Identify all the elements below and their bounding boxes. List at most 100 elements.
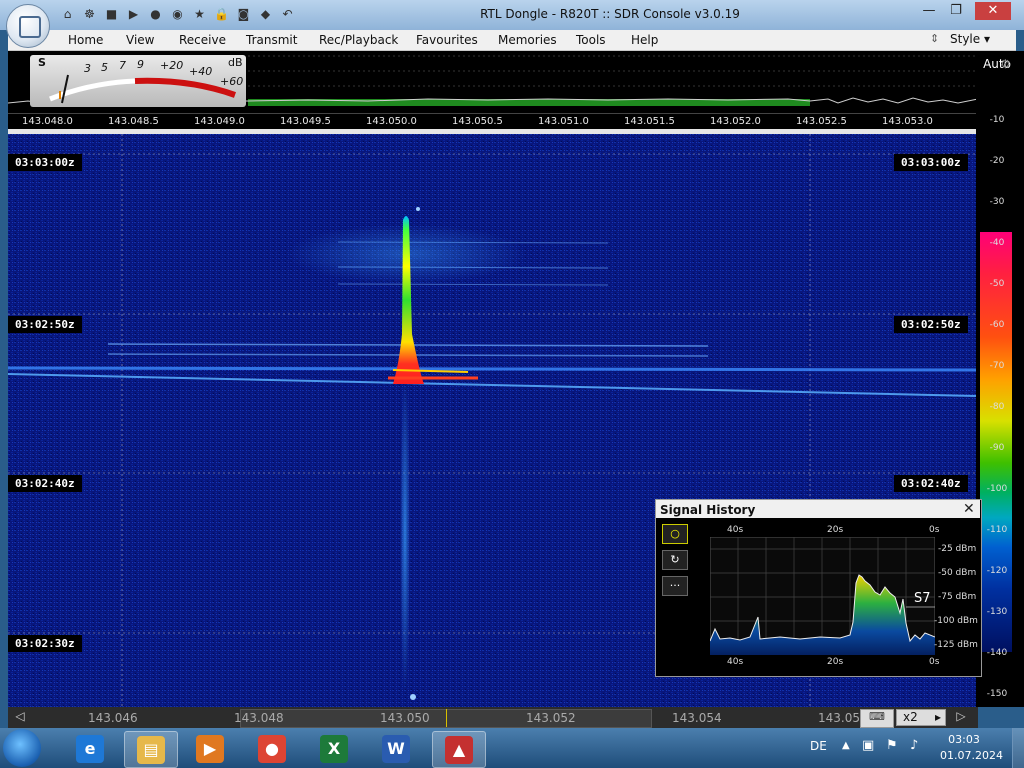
freq-label: 143.053.0: [882, 116, 933, 127]
history-time-label: 20s: [827, 657, 844, 667]
chrome-icon: ●: [258, 735, 286, 763]
more-button[interactable]: ···: [662, 576, 688, 596]
time-label-left: 03:02:50z: [8, 316, 82, 333]
style-menu[interactable]: Style ▾: [950, 32, 990, 46]
bottom-freq-label: 143.052: [526, 711, 576, 725]
db-label: -90: [989, 443, 1005, 453]
lock-icon[interactable]: 🔒: [214, 7, 229, 22]
device-icon[interactable]: ▣: [862, 738, 874, 753]
menu-rec-playback[interactable]: Rec/Playback: [319, 33, 398, 47]
freq-label: 143.051.5: [624, 116, 675, 127]
clock-date: 01.07.2024: [940, 749, 1003, 762]
zoom-value: x2: [903, 710, 918, 724]
scroll-right-button[interactable]: ▷: [950, 709, 972, 727]
history-time-label: 0s: [929, 657, 940, 667]
bottom-freq-label: 143.050: [380, 711, 430, 725]
chevron-up-icon[interactable]: ▲: [842, 740, 850, 751]
time-label-right: 03:03:00z: [894, 154, 968, 171]
menu-receive[interactable]: Receive: [179, 33, 226, 47]
record-button[interactable]: ○: [662, 524, 688, 544]
s-tick-7: 7: [119, 59, 126, 72]
chevron-down-icon: ▾: [983, 32, 990, 46]
menu-home[interactable]: Home: [68, 33, 103, 47]
scroll-left-button[interactable]: ◁: [10, 709, 30, 727]
style-label: Style: [950, 32, 981, 46]
internet-explorer-icon: e: [76, 735, 104, 763]
bottom-freq-label: 143.054: [672, 711, 722, 725]
tuned-marker: [446, 709, 447, 727]
clock[interactable]: 03:03 01.07.2024: [940, 733, 1003, 762]
time-label-left: 03:02:40z: [8, 475, 82, 492]
star-icon[interactable]: ★: [192, 7, 207, 22]
time-label-right: 03:02:40z: [894, 475, 968, 492]
freq-label: 143.050.5: [452, 116, 503, 127]
home-icon[interactable]: ⌂: [60, 7, 75, 22]
refresh-button[interactable]: ↻: [662, 550, 688, 570]
taskbar-app-media-player[interactable]: ▶: [184, 731, 236, 766]
close-icon[interactable]: ✕: [963, 501, 975, 517]
dbm-label: -50 dBm: [938, 568, 977, 578]
s-tick-3: 3: [84, 62, 91, 75]
undo-icon[interactable]: ↶: [280, 7, 295, 22]
keyboard-icon[interactable]: ⌨: [860, 709, 894, 728]
db-label: -60: [989, 320, 1005, 330]
taskbar-app-excel[interactable]: X: [308, 731, 360, 766]
freq-label: 143.048.5: [108, 116, 159, 127]
menu-memories[interactable]: Memories: [498, 33, 557, 47]
flag-icon[interactable]: ⚑: [886, 738, 898, 753]
media-player-icon: ▶: [196, 735, 224, 763]
time-label-left: 03:02:30z: [8, 635, 82, 652]
dbm-label: -75 dBm: [938, 592, 977, 602]
db-tick-40: +40: [189, 65, 213, 78]
dbm-label: -100 dBm: [934, 616, 978, 626]
stop-icon[interactable]: ■: [104, 7, 119, 22]
db-label: -100: [986, 484, 1008, 494]
db-label: -110: [986, 525, 1008, 535]
app-menu-button[interactable]: [6, 4, 50, 48]
signal-history-title: Signal History: [660, 503, 756, 517]
db-label: -140: [986, 648, 1008, 658]
auto-button[interactable]: Auto: [977, 52, 1017, 76]
start-button[interactable]: [3, 729, 41, 767]
record-icon[interactable]: ●: [148, 7, 163, 22]
menu-view[interactable]: View: [126, 33, 154, 47]
db-label: -30: [989, 197, 1005, 207]
menu-help[interactable]: Help: [631, 33, 658, 47]
taskbar-app-internet-explorer[interactable]: e: [64, 731, 116, 766]
show-desktop-button[interactable]: [1012, 728, 1024, 768]
volume-icon[interactable]: ♪: [910, 738, 918, 753]
close-button[interactable]: ✕: [975, 2, 1011, 20]
minimize-button[interactable]: —: [916, 2, 942, 20]
drop-icon[interactable]: ◆: [258, 7, 273, 22]
settings-icon[interactable]: ☸: [82, 7, 97, 22]
taskbar-app-sdr-console[interactable]: ▲: [432, 731, 486, 768]
gear-icon[interactable]: ⚙: [1000, 57, 1011, 71]
play-icon[interactable]: ▶: [126, 7, 141, 22]
db-label: -20: [989, 156, 1005, 166]
taskbar-app-word[interactable]: W: [370, 731, 422, 766]
s-label: S: [38, 56, 46, 69]
maximize-button[interactable]: ❐: [943, 2, 969, 20]
db-label: -40: [989, 238, 1005, 248]
history-time-label: 20s: [827, 525, 844, 535]
menu-tools[interactable]: Tools: [576, 33, 606, 47]
taskbar-app-chrome[interactable]: ●: [246, 731, 298, 766]
excel-icon: X: [320, 735, 348, 763]
zoom-button[interactable]: x2 ▸: [896, 709, 946, 726]
file-explorer-icon: ▤: [137, 736, 165, 764]
frequency-axis: 143.048.0 143.048.5 143.049.0 143.049.5 …: [8, 113, 978, 130]
play-icon: ▸: [934, 710, 941, 724]
menu-transmit[interactable]: Transmit: [246, 33, 297, 47]
freq-label: 143.052.0: [710, 116, 761, 127]
db-label: -70: [989, 361, 1005, 371]
db-label: -10: [989, 115, 1005, 125]
time-label-right: 03:02:50z: [894, 316, 968, 333]
history-time-label: 40s: [727, 525, 744, 535]
taskbar-app-file-explorer[interactable]: ▤: [124, 731, 178, 768]
language-indicator[interactable]: DE: [810, 739, 827, 753]
signal-history-graph: [710, 537, 935, 655]
camera-icon[interactable]: ◙: [236, 7, 251, 22]
dbm-label: -125 dBm: [934, 640, 978, 650]
target-icon[interactable]: ◉: [170, 7, 185, 22]
menu-favourites[interactable]: Favourites: [416, 33, 478, 47]
